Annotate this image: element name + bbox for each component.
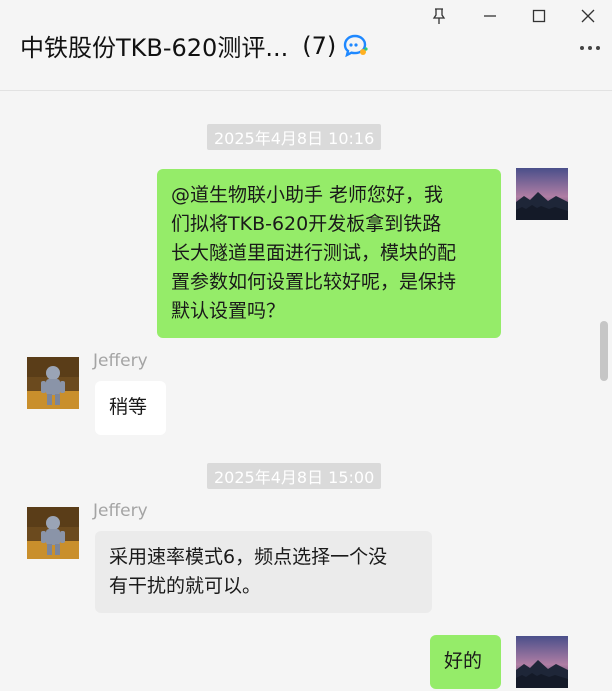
received-message-bubble[interactable]: 采用速率模式6，频点选择一个没 有干扰的就可以。	[95, 531, 432, 613]
my-message-bubble[interactable]: 好的	[430, 635, 501, 689]
pin-icon[interactable]	[425, 4, 453, 28]
close-icon[interactable]	[574, 4, 602, 28]
message-line: 长大隧道里面进行测试，模块的配	[171, 242, 457, 264]
my-avatar[interactable]	[516, 636, 568, 688]
my-message-bubble[interactable]: @道生物联小助手 老师您好，我 们拟将TKB-620开发板拿到铁路 长大隧道里面…	[157, 169, 501, 338]
message-line: 置参数如何设置比较好呢，是保持	[171, 271, 457, 293]
chat-title-row[interactable]: 中铁股份TKB-620测评... (7)	[20, 28, 370, 63]
message-line: 好的	[444, 650, 483, 672]
timestamp: 2025年4月8日 10:16	[207, 124, 382, 150]
my-avatar[interactable]	[516, 168, 568, 220]
ai-assistant-icon[interactable]	[342, 33, 370, 59]
received-message-bubble[interactable]: 稍等	[95, 381, 166, 435]
more-options-icon[interactable]	[580, 46, 600, 50]
sender-name: Jeffery	[93, 501, 148, 521]
maximize-icon[interactable]	[525, 4, 553, 28]
chat-header: 中铁股份TKB-620测评... (7)	[0, 0, 612, 91]
minimize-icon[interactable]	[476, 4, 504, 28]
message-line: 们拟将TKB-620开发板拿到铁路	[171, 213, 442, 235]
chat-title: 中铁股份TKB-620测评...	[20, 34, 289, 62]
sender-name: Jeffery	[93, 351, 148, 371]
message-line: 稍等	[109, 396, 148, 418]
message-line: 采用速率模式6，频点选择一个没	[109, 546, 388, 568]
sender-avatar[interactable]	[27, 507, 79, 559]
message-line: @道生物联小助手 老师您好，我	[171, 184, 444, 206]
timestamp: 2025年4月8日 15:00	[207, 463, 382, 489]
message-line: 有干扰的就可以。	[109, 575, 262, 597]
message-line: 默认设置吗？	[171, 300, 286, 322]
scrollbar-thumb[interactable]	[600, 321, 608, 381]
member-count: (7)	[302, 31, 337, 60]
sender-avatar[interactable]	[27, 357, 79, 409]
